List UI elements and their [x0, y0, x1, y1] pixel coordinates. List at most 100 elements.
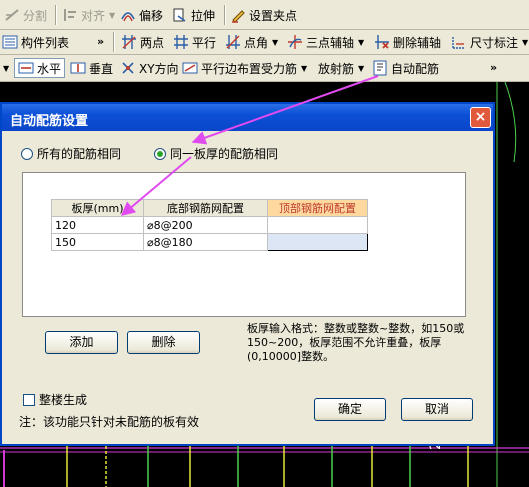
component-list-button[interactable]: 构件列表 [2, 32, 69, 52]
parallel-label: 平行 [192, 35, 217, 50]
three-point-axis-button[interactable]: 三点辅轴 ▼ [287, 32, 364, 52]
three-point-axis-icon [288, 35, 302, 49]
two-point-label: 两点 [140, 35, 165, 50]
table-header-row: 板厚(mm) 底部钢筋网配置 顶部钢筋网配置 [51, 199, 368, 217]
delete-axis-icon [375, 35, 389, 49]
checkbox-box [23, 393, 35, 406]
auto-rebar-label: 自动配筋 [391, 61, 440, 76]
radial-label: 放射筋 [318, 61, 355, 76]
align-icon [64, 9, 76, 21]
toolbar-separator [55, 5, 57, 25]
radial-rebar-button[interactable]: 放射筋 ▼ [318, 58, 364, 78]
chevron-down-icon[interactable]: ▼ [301, 64, 307, 73]
offset-icon [121, 12, 135, 22]
column-header-bottom[interactable]: 底部钢筋网配置 [143, 199, 268, 217]
horizontal-button[interactable]: 水平 [14, 58, 66, 78]
table-row: 120 ⌀8@200 [51, 216, 368, 234]
toolbar-separator [113, 32, 115, 52]
three-point-axis-label: 三点辅轴 [306, 35, 355, 50]
toolbar-axis: 构件列表 » 两点 平行 点角 ▼ 三点辅轴 ▼ 删除辅轴 尺寸标注 ▼ [0, 30, 529, 55]
delete-axis-button[interactable]: 删除辅轴 [374, 32, 441, 52]
cell-top[interactable] [267, 216, 368, 234]
parallel-axis-icon [174, 35, 188, 49]
radio-same-thickness[interactable]: 同一板厚的配筋相同 [154, 145, 278, 162]
cell-bottom[interactable]: ⌀8@200 [143, 216, 268, 234]
note-text: 注：该功能只针对未配筋的板有效 [19, 415, 200, 429]
whole-floor-checkbox[interactable]: 整楼生成 [23, 391, 87, 408]
stretch-icon [173, 8, 186, 22]
dimension-label: 尺寸标注 [470, 35, 519, 50]
cell-top-selected[interactable] [267, 233, 368, 251]
config-panel: 板厚(mm) 底部钢筋网配置 顶部钢筋网配置 120 ⌀8@200 150 ⌀8… [22, 172, 466, 317]
auto-rebar-button[interactable]: 自动配筋 [372, 58, 439, 78]
close-button[interactable]: × [470, 107, 491, 128]
list-icon [2, 35, 18, 49]
auto-rebar-dialog: 自动配筋设置 × 所有的配筋相同 同一板厚的配筋相同 板厚(mm) 底部钢筋网配… [0, 102, 495, 446]
vertical-button[interactable]: 垂直 [70, 58, 113, 78]
cell-bottom[interactable]: ⌀8@180 [143, 233, 268, 251]
xy-direction-icon [122, 62, 134, 74]
delete-axis-label: 删除辅轴 [393, 35, 442, 50]
cancel-button[interactable]: 取消 [401, 398, 473, 421]
dialog-title: 自动配筋设置 [10, 114, 89, 129]
two-point-axis-icon [122, 35, 136, 49]
parallel-edge-rebar-button[interactable]: 平行边布置受力筋 ▼ [182, 58, 307, 78]
chevron-down-icon[interactable]: ▼ [358, 64, 364, 73]
radio-circle [21, 147, 33, 160]
parallel-edge-icon [182, 62, 198, 74]
dimension-icon [452, 37, 465, 49]
auto-rebar-icon [373, 60, 387, 76]
xy-direction-label: XY方向 [139, 61, 179, 76]
overflow-chevron-icon[interactable]: » [490, 57, 497, 77]
xy-direction-button[interactable]: XY方向 [120, 58, 179, 78]
horizontal-label: 水平 [37, 61, 62, 76]
horizontal-icon [18, 62, 34, 74]
point-angle-icon [226, 35, 240, 49]
rebar-config-table: 板厚(mm) 底部钢筋网配置 顶部钢筋网配置 120 ⌀8@200 150 ⌀8… [51, 199, 368, 251]
split-icon [5, 9, 19, 21]
radio-all-same-label: 所有的配筋相同 [37, 147, 122, 161]
chevron-down-icon[interactable]: ▼ [522, 38, 528, 47]
parallel-edge-label: 平行边布置受力筋 [201, 61, 298, 76]
split-label: 分割 [23, 8, 48, 23]
align-button[interactable]: 对齐 ▼ [62, 5, 115, 25]
pencil-icon [232, 10, 245, 23]
chevron-down-icon[interactable]: ▼ [272, 38, 278, 47]
close-icon: × [474, 109, 487, 125]
point-angle-axis-button[interactable]: 点角 ▼ [225, 32, 278, 52]
thickness-format-hint: 板厚输入格式：整数或整数~整数，如150或150~200，板厚范围不允许重叠，板… [247, 322, 465, 363]
radio-circle-selected [154, 147, 166, 160]
set-grip-button[interactable]: 设置夹点 [230, 5, 297, 25]
cell-thickness[interactable]: 120 [51, 216, 144, 234]
ok-button[interactable]: 确定 [314, 398, 386, 421]
offset-label: 偏移 [139, 8, 164, 23]
stretch-button[interactable]: 拉伸 [172, 5, 215, 25]
parallel-axis-button[interactable]: 平行 [173, 32, 216, 52]
table-row: 150 ⌀8@180 [51, 233, 368, 251]
dialog-titlebar[interactable]: 自动配筋设置 × [2, 104, 493, 131]
whole-floor-label: 整楼生成 [39, 393, 88, 407]
column-header-thickness[interactable]: 板厚(mm) [51, 199, 144, 217]
stretch-label: 拉伸 [191, 8, 216, 23]
offset-button[interactable]: 偏移 [120, 5, 163, 25]
chevron-down-icon[interactable]: ▼ [358, 38, 364, 47]
toolbar-rebar: ▼ 水平 垂直 XY方向 平行边布置受力筋 ▼ 放射筋 ▼ 自动配筋 » [0, 55, 529, 82]
chevron-down-icon[interactable]: ▼ [109, 11, 115, 20]
set-grip-label: 设置夹点 [249, 8, 298, 23]
chevron-down-icon[interactable]: ▼ [2, 58, 9, 78]
column-header-top[interactable]: 顶部钢筋网配置 [267, 199, 368, 217]
split-button[interactable]: 分割 [4, 5, 47, 25]
vertical-label: 垂直 [89, 61, 114, 76]
align-label: 对齐 [81, 8, 106, 23]
vertical-icon [70, 62, 86, 74]
overflow-chevron-icon[interactable]: » [97, 31, 104, 51]
delete-button[interactable]: 删除 [127, 331, 200, 354]
radio-same-thickness-label: 同一板厚的配筋相同 [170, 147, 279, 161]
dimension-button[interactable]: 尺寸标注 ▼ [451, 32, 528, 52]
cell-thickness[interactable]: 150 [51, 233, 144, 251]
add-button[interactable]: 添加 [45, 331, 118, 354]
component-list-label: 构件列表 [21, 35, 70, 50]
radio-all-same[interactable]: 所有的配筋相同 [21, 145, 121, 162]
point-angle-label: 点角 [244, 35, 269, 50]
two-point-axis-button[interactable]: 两点 [121, 32, 164, 52]
